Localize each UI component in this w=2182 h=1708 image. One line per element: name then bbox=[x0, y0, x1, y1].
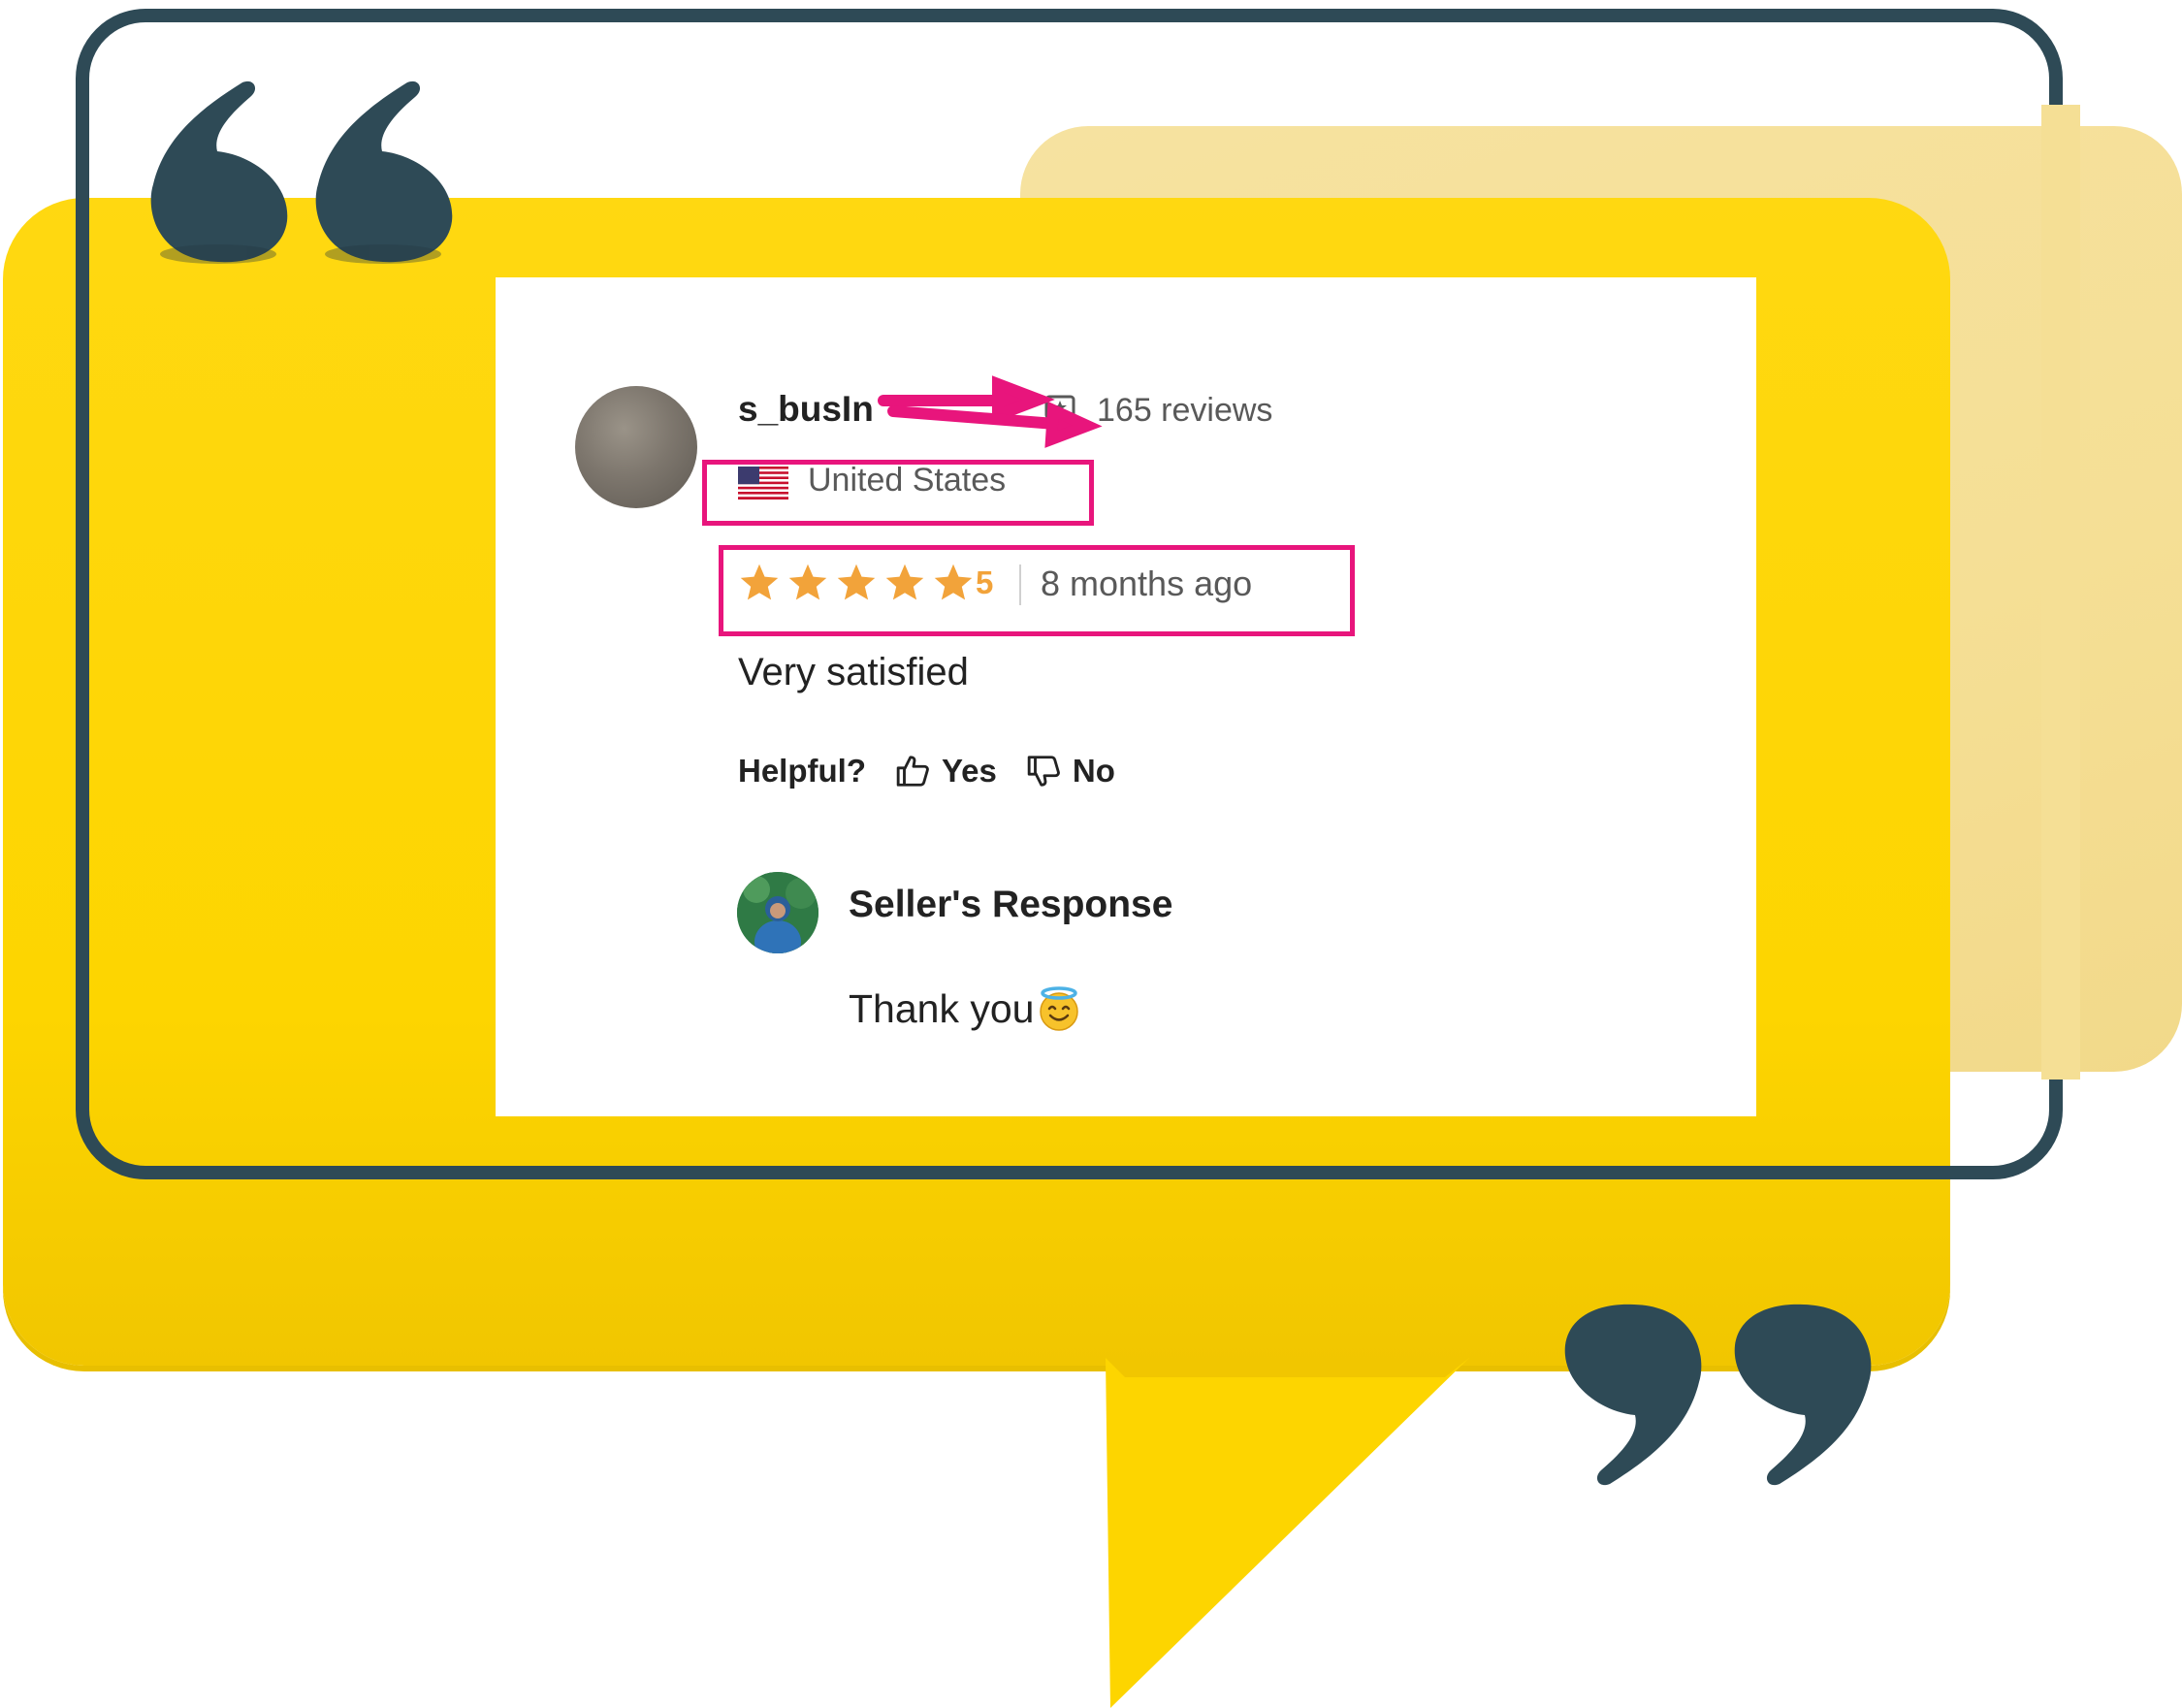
review-count: 165 reviews bbox=[1097, 392, 1273, 429]
thumbs-up-icon[interactable] bbox=[895, 753, 932, 790]
helpful-row: Helpful? Yes No bbox=[738, 753, 1115, 790]
seller-response-text: Thank you bbox=[849, 985, 1082, 1032]
yes-button[interactable]: Yes bbox=[942, 753, 997, 790]
review-comment: Very satisfied bbox=[738, 651, 969, 693]
seller-response-title: Seller's Response bbox=[849, 884, 1173, 925]
smiling-face-with-halo-icon bbox=[1040, 986, 1079, 1031]
thumbs-down-icon[interactable] bbox=[1026, 753, 1063, 790]
seller-avatar bbox=[737, 872, 818, 953]
review-screenshot: s_busIn 165 reviews United States 5 8 mo… bbox=[496, 277, 1756, 1116]
seller-response-message: Thank you bbox=[849, 985, 1035, 1031]
review-count-icon bbox=[1044, 395, 1075, 427]
no-button[interactable]: No bbox=[1073, 753, 1115, 790]
helpful-label: Helpful? bbox=[738, 753, 866, 789]
country-highlight-box bbox=[702, 460, 1094, 526]
reviewer-username[interactable]: s_busIn bbox=[738, 389, 874, 430]
graphic-canvas: s_busIn 165 reviews United States 5 8 mo… bbox=[0, 0, 2182, 1708]
reviewer-avatar bbox=[575, 386, 697, 508]
rating-highlight-box bbox=[719, 545, 1355, 636]
